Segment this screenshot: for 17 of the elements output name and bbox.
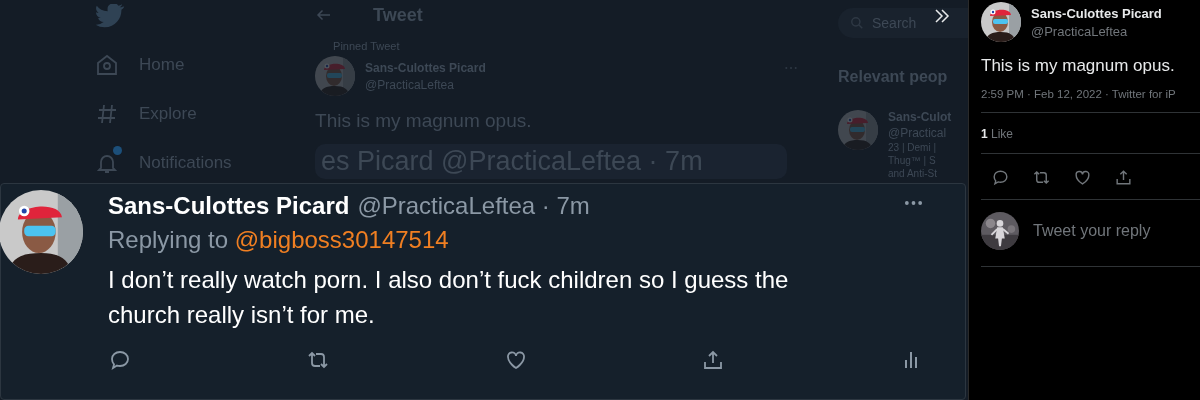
reply-icon[interactable] xyxy=(108,348,132,372)
replying-to-text: Replying to @bigboss30147514 xyxy=(108,226,450,254)
retweet-icon[interactable] xyxy=(1032,168,1051,187)
mention-link[interactable]: @bigboss30147514 xyxy=(234,226,449,253)
reply-icon[interactable] xyxy=(991,168,1010,187)
likes-count[interactable]: 1 Like xyxy=(981,127,1200,141)
share-icon[interactable] xyxy=(1114,168,1133,187)
more-icon[interactable] xyxy=(904,200,923,206)
author-handle: @PracticaLeftea · 7m xyxy=(357,192,590,220)
reply-field[interactable]: Tweet your reply xyxy=(1033,222,1151,240)
author-name: Sans-Culottes Picard xyxy=(108,192,350,220)
author-handle: @PracticaLeftea xyxy=(1031,24,1129,39)
tweet-text: This is my magnum opus. xyxy=(981,56,1176,76)
heart-icon[interactable] xyxy=(1073,168,1092,187)
tweet-timestamp: 2:59 PM · Feb 12, 2022 · Twitter for iP xyxy=(981,88,1177,100)
reply-text: I don’t really watch porn. I also don’t fuck children so I guess the church really isn’t for me. xyxy=(108,265,790,330)
author-name: Sans-Culottes Picard xyxy=(1031,6,1162,21)
